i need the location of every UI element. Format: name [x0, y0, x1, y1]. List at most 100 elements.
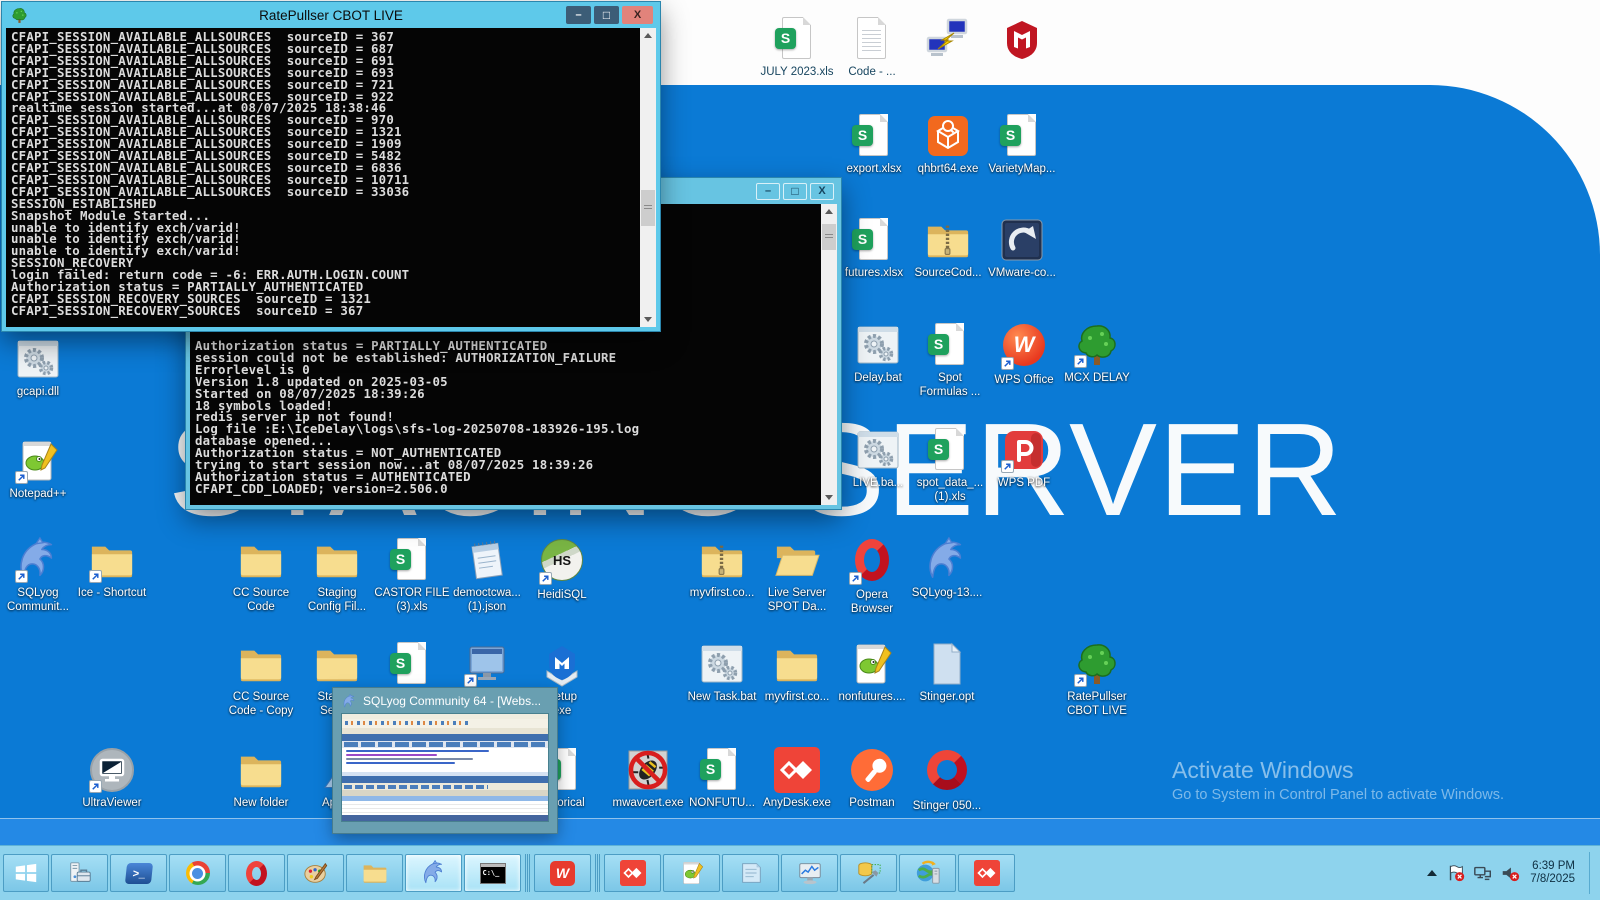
- icon-new-folder[interactable]: New folder: [218, 747, 304, 811]
- icon-label: CC SourceCode: [218, 587, 304, 614]
- wps-office[interactable]: [534, 854, 591, 892]
- console1-output[interactable]: CFAPI_SESSION_AVAILABLE_ALLSOURCES sourc…: [6, 28, 656, 327]
- maximize-button[interactable]: [783, 183, 807, 200]
- minimize-button[interactable]: [566, 6, 591, 24]
- chrome[interactable]: [169, 854, 226, 892]
- wps-sheet-icon: S: [389, 537, 435, 583]
- minimize-button[interactable]: [756, 183, 780, 200]
- perfmon-icon: [797, 860, 823, 886]
- close-button[interactable]: [622, 6, 653, 24]
- npp-small-icon: [679, 860, 705, 886]
- gear-window-icon: [699, 641, 745, 687]
- console1-scrollbar[interactable]: [640, 28, 656, 327]
- icon-new-task-bat[interactable]: New Task.bat: [679, 641, 765, 705]
- notepad-plus-plus[interactable]: [663, 854, 720, 892]
- powershell[interactable]: [110, 854, 167, 892]
- wps-sheet-icon: S: [774, 16, 820, 62]
- taskbar-preview[interactable]: SQLyog Community 64 - [Webs...: [333, 688, 557, 833]
- dolphin-icon: [15, 537, 61, 583]
- resource-monitor[interactable]: [781, 854, 838, 892]
- icon-july-2023-xls[interactable]: SJULY 2023.xls: [754, 16, 840, 80]
- icon-anydesk-exe[interactable]: AnyDesk.exe: [754, 747, 840, 811]
- icon-ultraviewer[interactable]: UltraViewer: [69, 747, 155, 811]
- stinger-ring-icon: [924, 750, 970, 796]
- show-desktop-button[interactable]: [1589, 852, 1597, 894]
- icon-mcx-delay[interactable]: MCX DELAY: [1054, 322, 1140, 386]
- start-button[interactable]: [3, 854, 49, 892]
- icon-stinger-opt[interactable]: Stinger.opt: [904, 641, 990, 705]
- monitor-window-icon: [464, 641, 510, 687]
- icon-live-server-spot[interactable]: Live ServerSPOT Da...: [754, 537, 840, 614]
- show-hidden-icons-icon[interactable]: [1427, 870, 1437, 876]
- chrome-icon: [185, 860, 211, 886]
- icon-vmware[interactable]: VMware-co...: [979, 217, 1065, 281]
- icon-wps-doc[interactable]: S: [369, 641, 455, 691]
- notepad[interactable]: [722, 854, 779, 892]
- db-tools[interactable]: [840, 854, 897, 892]
- scroll-up-icon[interactable]: [640, 28, 656, 44]
- sqlyog-thumbnail[interactable]: [342, 714, 548, 821]
- icon-label: Ice - Shortcut: [69, 587, 155, 601]
- wps-sheet-icon: S: [851, 217, 897, 263]
- network-status-icon[interactable]: [1473, 863, 1493, 883]
- wps-sheet-icon: S: [699, 747, 745, 793]
- icon-label: WPS PDF: [981, 477, 1067, 491]
- icon-notepad-plus-plus[interactable]: Notepad++: [0, 438, 81, 502]
- close-button[interactable]: [810, 183, 834, 200]
- scroll-thumb[interactable]: [822, 224, 836, 250]
- shortcut-arrow-icon: [15, 570, 28, 583]
- icon-cc-source-copy[interactable]: CC SourceCode - Copy: [218, 641, 304, 718]
- paint[interactable]: [287, 854, 344, 892]
- console-window-1[interactable]: RatePullser CBOT LIVE CFAPI_SESSION_AVAI…: [2, 2, 660, 331]
- iis-manager[interactable]: [899, 854, 956, 892]
- icon-gcapi-dll[interactable]: gcapi.dll: [0, 336, 81, 400]
- icon-nonfutures[interactable]: nonfutures....: [829, 641, 915, 705]
- scroll-up-icon[interactable]: [821, 204, 837, 220]
- icon-democtcwa-json[interactable]: democtcwa...(1).json: [444, 537, 530, 614]
- maximize-button[interactable]: [594, 6, 619, 24]
- anydesk[interactable]: [604, 854, 661, 892]
- action-center-flag-icon[interactable]: [1446, 863, 1466, 883]
- opera[interactable]: [228, 854, 285, 892]
- scroll-down-icon[interactable]: [640, 311, 656, 327]
- icon-cc-source-code[interactable]: CC SourceCode: [218, 537, 304, 614]
- command-prompt[interactable]: [464, 854, 521, 892]
- icon-wps-pdf[interactable]: WPS PDF: [981, 427, 1067, 491]
- icon-myvfirst-zip[interactable]: myvfirst.co...: [679, 537, 765, 601]
- icon-nonfutu-xls[interactable]: SNONFUTU...: [679, 747, 765, 811]
- file-explorer[interactable]: [346, 854, 403, 892]
- icon-code-doc[interactable]: Code - ...: [829, 16, 915, 80]
- icon-stinger-050[interactable]: Stinger 050...: [904, 747, 990, 814]
- tree-icon: [1074, 641, 1120, 687]
- icon-heidisql[interactable]: HeidiSQL: [519, 537, 605, 603]
- npp-doc-icon: [849, 641, 895, 687]
- console1-titlebar[interactable]: RatePullser CBOT LIVE: [6, 2, 656, 28]
- clock[interactable]: 6:39 PM 7/8/2025: [1530, 860, 1575, 887]
- zip-folder-icon: [699, 537, 745, 583]
- folder-icon: [774, 641, 820, 687]
- icon-myvfirst-folder[interactable]: myvfirst.co...: [754, 641, 840, 705]
- scroll-thumb[interactable]: [641, 190, 655, 226]
- volume-muted-icon[interactable]: [1500, 863, 1520, 883]
- icon-label: Postman: [829, 797, 915, 811]
- separator-2: [593, 854, 602, 892]
- icon-varietymap[interactable]: SVarietyMap...: [979, 113, 1065, 177]
- icon-label: HeidiSQL: [519, 589, 605, 603]
- server-manager[interactable]: [51, 854, 108, 892]
- icon-ratepullser-cbot[interactable]: RatePullserCBOT LIVE: [1054, 641, 1140, 718]
- scroll-down-icon[interactable]: [821, 489, 837, 505]
- anydesk-2[interactable]: [958, 854, 1015, 892]
- icon-castor-file[interactable]: SCASTOR FILE(3).xls: [369, 537, 455, 614]
- icon-staging-config[interactable]: StagingConfig Fil...: [294, 537, 380, 614]
- icon-mcafee[interactable]: [979, 16, 1065, 66]
- console2-scrollbar[interactable]: [821, 204, 837, 505]
- icon-display-window[interactable]: [444, 641, 530, 691]
- sqlyog[interactable]: [405, 854, 462, 892]
- icon-opera-browser[interactable]: OperaBrowser: [829, 537, 915, 616]
- icon-postman[interactable]: Postman: [829, 747, 915, 811]
- icon-ice-shortcut[interactable]: Ice - Shortcut: [69, 537, 155, 601]
- blank-doc-icon: [924, 641, 970, 687]
- icon-remote-connection[interactable]: [904, 16, 990, 66]
- folder-icon: [89, 537, 135, 583]
- icon-sqlyog-13[interactable]: SQLyog-13....: [904, 537, 990, 601]
